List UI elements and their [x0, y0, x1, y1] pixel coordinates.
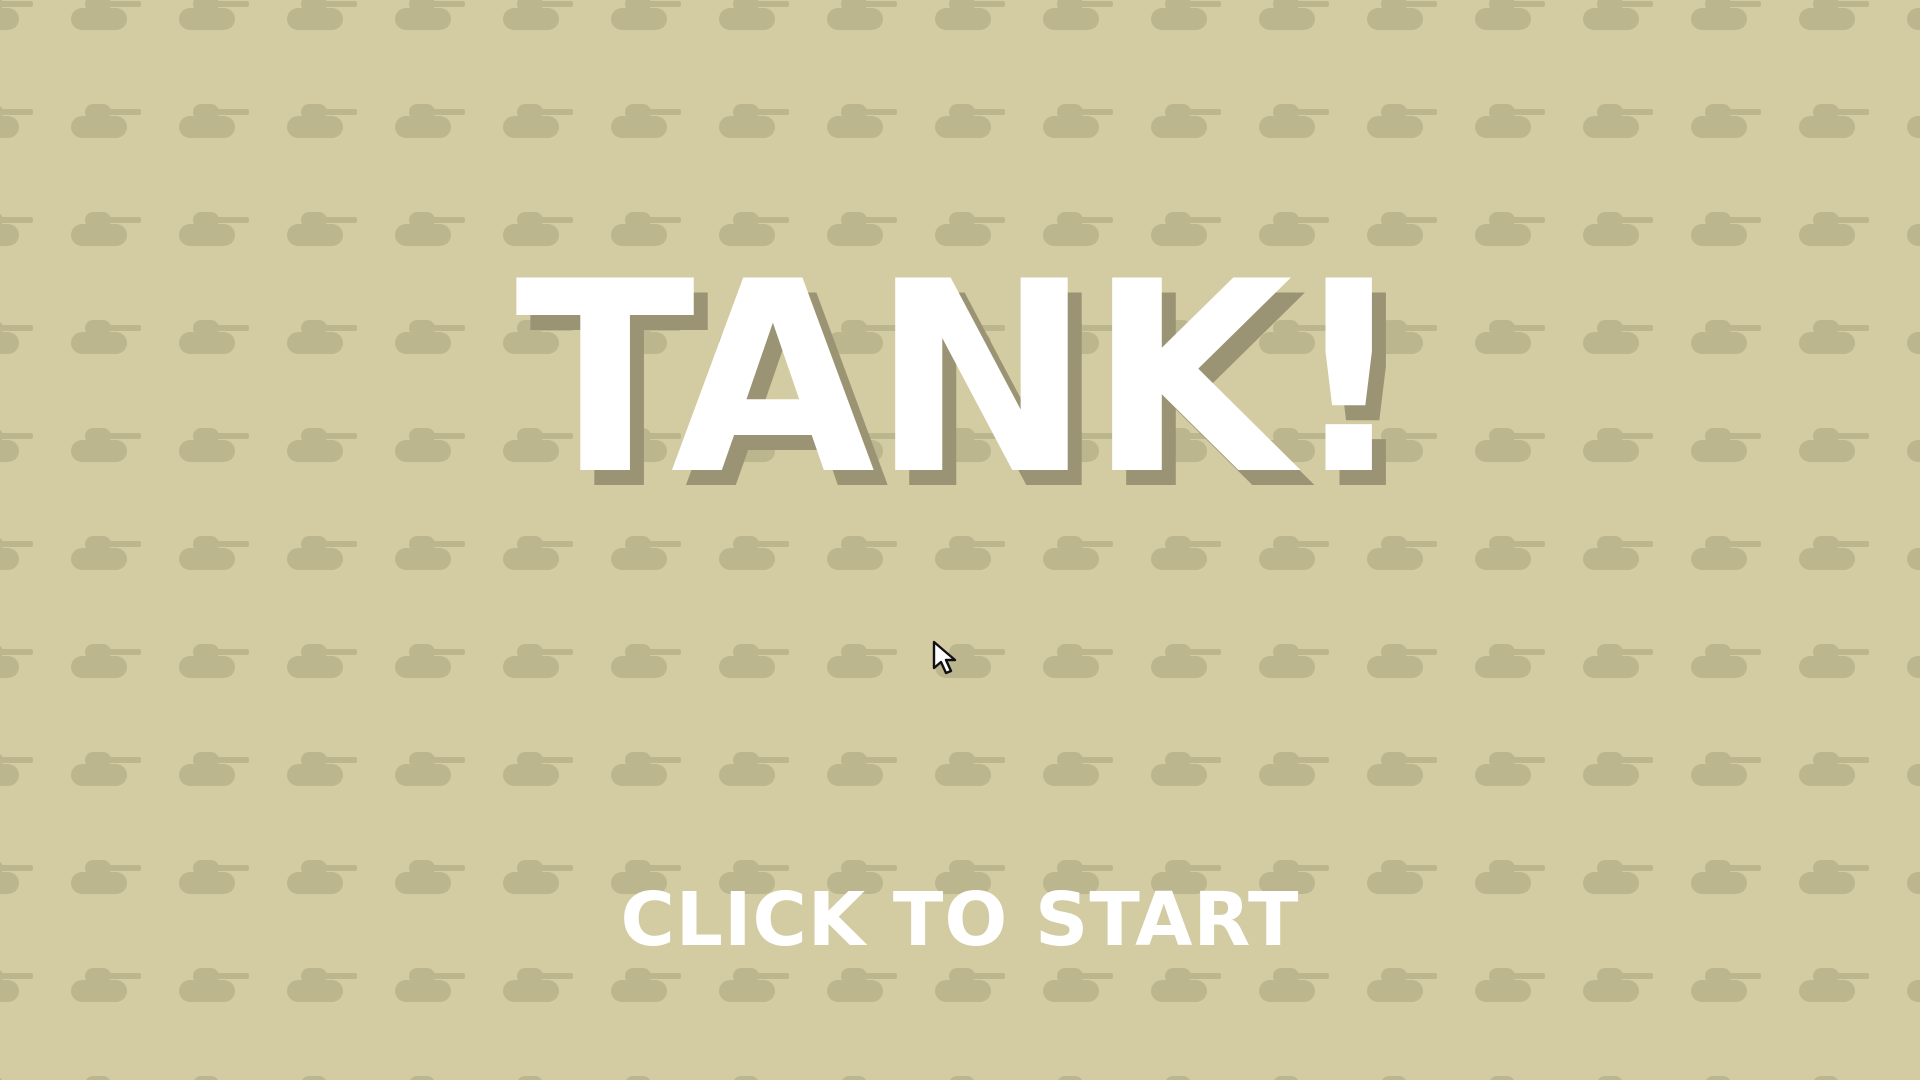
game-start-screen[interactable]: TANK! TANK! CLICK TO START	[0, 0, 1920, 1080]
mouse-pointer-icon	[932, 640, 957, 675]
click-to-start-button[interactable]: CLICK TO START	[560, 870, 1360, 970]
game-title-text: TANK!	[515, 226, 1409, 533]
game-title: TANK! TANK!	[0, 248, 1920, 527]
